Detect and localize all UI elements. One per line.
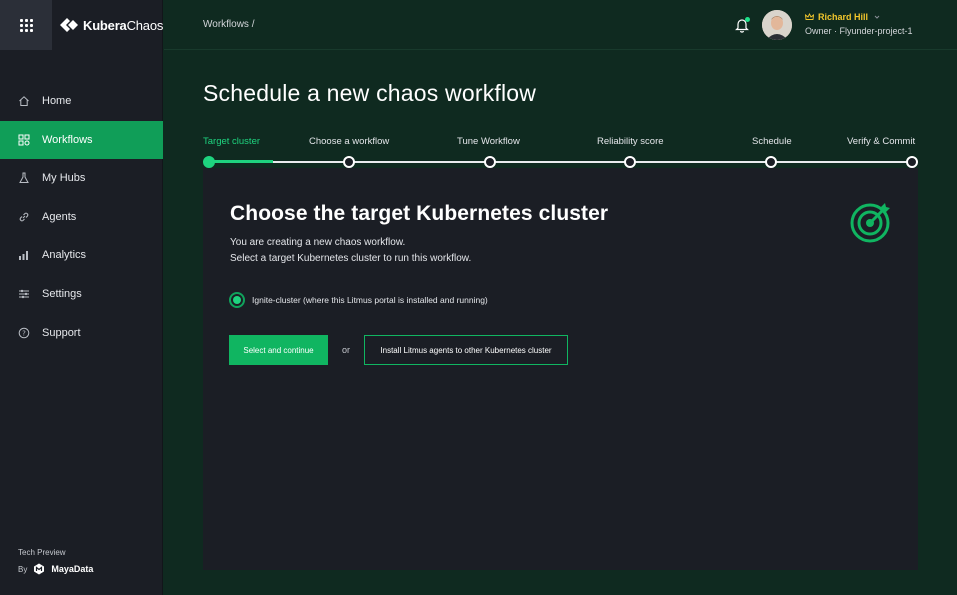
target-cluster-card: Choose the target Kubernetes cluster You… [203, 168, 918, 570]
select-and-continue-button[interactable]: Select and continue [229, 335, 328, 365]
sidebar-item-label: My Hubs [42, 172, 86, 185]
stepper-track [209, 161, 912, 163]
top-header: Workflows / Richard Hill Owner · Flyunde… [164, 0, 957, 50]
sidebar-item-label: Analytics [42, 249, 87, 262]
mayadata-logo-icon [34, 563, 45, 575]
notification-dot [745, 17, 750, 22]
step-dot-reliability-score[interactable] [624, 156, 636, 168]
by-label: By [18, 564, 28, 574]
card-instructions: Select a target Kubernetes cluster to ru… [230, 253, 472, 264]
or-separator: or [342, 345, 351, 355]
step-dot-verify-commit[interactable] [906, 156, 918, 168]
svg-text:?: ? [22, 329, 26, 337]
cluster-radio[interactable] [229, 292, 245, 308]
step-dot-target-cluster[interactable] [203, 156, 215, 168]
flask-icon [18, 172, 30, 184]
avatar[interactable] [762, 10, 792, 40]
step-label-tune-workflow[interactable]: Tune Workflow [457, 136, 520, 147]
sidebar-item-label: Workflows [42, 133, 93, 146]
sidebar-item-home[interactable]: Home [0, 82, 163, 120]
cluster-option-ignite[interactable]: Ignite-cluster (where this Litmus portal… [229, 292, 488, 308]
powered-by: By MayaData [18, 563, 93, 575]
user-role: Owner · Flyunder-project-1 [805, 26, 913, 36]
user-name: Richard Hill [818, 12, 869, 22]
step-dot-tune-workflow[interactable] [484, 156, 496, 168]
step-label-target-cluster[interactable]: Target cluster [203, 136, 260, 147]
brand-logo[interactable]: KuberaChaos [60, 16, 163, 34]
sidebar-item-analytics[interactable]: Analytics [0, 236, 163, 274]
brand-name: KuberaChaos [83, 17, 164, 33]
step-label-verify-commit[interactable]: Verify & Commit [847, 136, 915, 147]
page-title: Schedule a new chaos workflow [203, 80, 537, 106]
app-launcher-button[interactable] [0, 0, 52, 50]
workflows-icon [18, 134, 30, 146]
sidebar-item-settings[interactable]: Settings [0, 275, 163, 313]
card-title: Choose the target Kubernetes cluster [230, 202, 609, 225]
radio-selected-dot [233, 296, 241, 304]
chevron-down-icon [874, 15, 880, 19]
sidebar-item-label: Home [42, 95, 72, 107]
breadcrumb[interactable]: Workflows / [203, 19, 255, 30]
link-icon [18, 211, 30, 223]
card-subtitle: You are creating a new chaos workflow. [230, 237, 406, 248]
user-photo-icon [762, 10, 792, 40]
workflow-stepper: Target cluster Choose a workflow Tune Wo… [203, 134, 918, 170]
sidebar-item-my-hubs[interactable]: My Hubs [0, 159, 163, 197]
install-agents-button[interactable]: Install Litmus agents to other Kubernete… [364, 335, 568, 365]
analytics-icon [18, 249, 30, 261]
step-label-schedule[interactable]: Schedule [752, 136, 792, 147]
kubera-logo-icon [60, 18, 78, 32]
settings-sliders-icon [18, 288, 30, 300]
grid-icon [19, 18, 33, 32]
target-icon [850, 203, 890, 243]
sidebar-item-label: Agents [42, 210, 77, 223]
cluster-option-label[interactable]: Ignite-cluster (where this Litmus portal… [252, 295, 488, 305]
stepper-progress [209, 160, 273, 163]
step-label-reliability-score[interactable]: Reliability score [597, 136, 664, 147]
tech-preview-label: Tech Preview [18, 548, 66, 557]
sidebar-item-support[interactable]: ? Support [0, 314, 163, 352]
sidebar-item-agents[interactable]: Agents [0, 198, 163, 236]
support-icon: ? [18, 327, 30, 339]
sidebar-item-label: Settings [42, 287, 82, 300]
step-dot-schedule[interactable] [765, 156, 777, 168]
sidebar: KuberaChaos Home Workflows My Hubs Agent… [0, 0, 163, 595]
crown-icon [805, 13, 814, 20]
sidebar-item-label: Support [42, 326, 81, 339]
sidebar-nav: Home Workflows My Hubs Agents Analytics [0, 82, 163, 352]
notifications-button[interactable] [735, 17, 750, 33]
step-label-choose-workflow[interactable]: Choose a workflow [309, 136, 389, 147]
user-menu[interactable]: Richard Hill Owner · Flyunder-project-1 [805, 12, 913, 36]
mayadata-name: MayaData [51, 564, 94, 574]
step-dot-choose-workflow[interactable] [343, 156, 355, 168]
sidebar-item-workflows[interactable]: Workflows [0, 120, 163, 159]
home-icon [18, 95, 30, 107]
